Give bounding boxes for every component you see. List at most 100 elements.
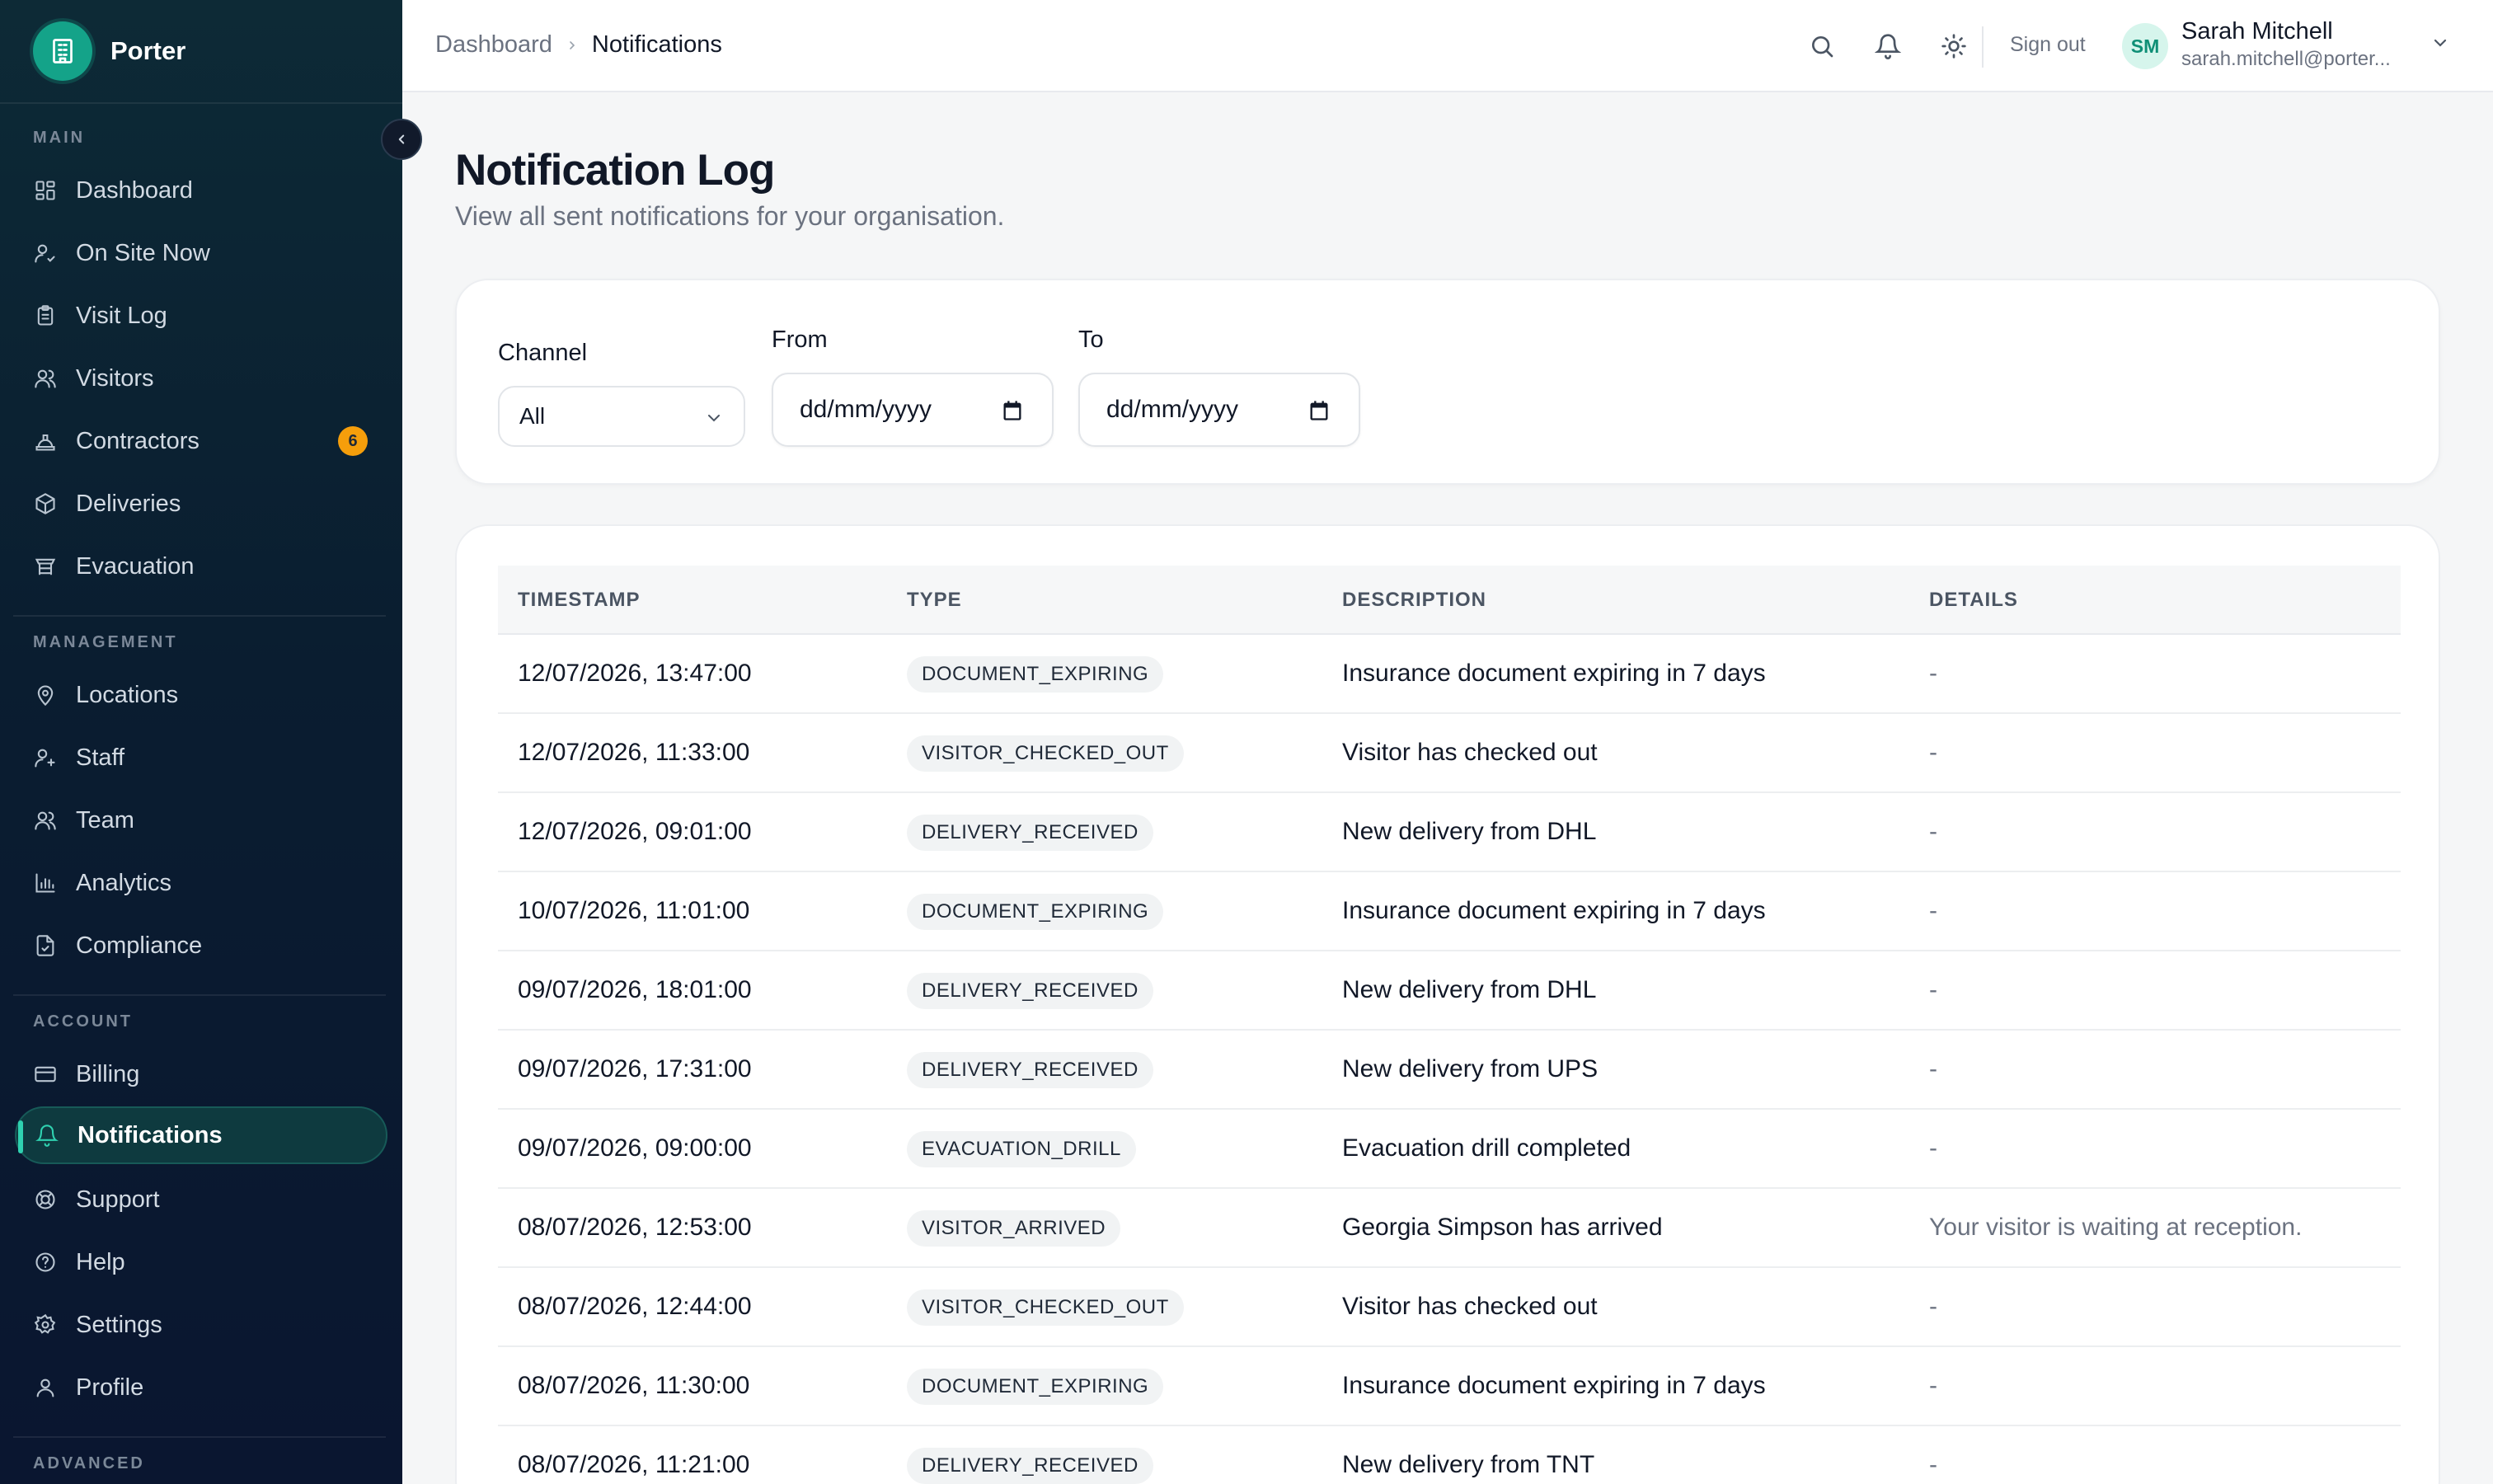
row-timestamp: 08/07/2026, 11:21:00 xyxy=(518,1451,750,1478)
row-details: Your visitor is waiting at reception. xyxy=(1929,1214,2303,1241)
channel-select-value: All xyxy=(519,403,546,429)
sidebar-item-settings[interactable]: Settings xyxy=(15,1296,387,1354)
row-description: Insurance document expiring in 7 days xyxy=(1342,1372,1766,1399)
collapse-sidebar-button[interactable] xyxy=(381,119,422,160)
file-check-icon xyxy=(33,933,58,958)
user-name[interactable]: Sarah Mitchell xyxy=(2181,18,2333,45)
contractors-count-badge: 6 xyxy=(338,426,368,456)
type-badge: VISITOR_CHECKED_OUT xyxy=(907,1289,1184,1326)
row-description: Insurance document expiring in 7 days xyxy=(1342,897,1766,924)
sidebar-item-evacuation[interactable]: Evacuation xyxy=(15,538,387,595)
sidebar-item-analytics[interactable]: Analytics xyxy=(15,854,387,912)
table-row[interactable]: 12/07/2026, 11:33:00 VISITOR_CHECKED_OUT… xyxy=(498,714,2401,793)
table-row[interactable]: 08/07/2026, 12:53:00 VISITOR_ARRIVED Geo… xyxy=(498,1189,2401,1268)
table-row[interactable]: 09/07/2026, 18:01:00 DELIVERY_RECEIVED N… xyxy=(498,951,2401,1031)
chevron-left-icon xyxy=(394,132,409,147)
column-header-timestamp[interactable]: TIMESTAMP xyxy=(518,589,641,612)
column-header-type[interactable]: TYPE xyxy=(907,589,962,612)
sidebar-item-visit-log[interactable]: Visit Log xyxy=(15,287,387,345)
sidebar-item-profile[interactable]: Profile xyxy=(15,1359,387,1416)
row-timestamp: 10/07/2026, 11:01:00 xyxy=(518,897,750,924)
section-divider xyxy=(13,615,386,617)
row-details: - xyxy=(1929,897,1937,924)
table-row[interactable]: 08/07/2026, 11:30:00 DOCUMENT_EXPIRING I… xyxy=(498,1347,2401,1426)
table-row[interactable]: 09/07/2026, 17:31:00 DELIVERY_RECEIVED N… xyxy=(498,1031,2401,1110)
page-title: Notification Log xyxy=(455,146,775,195)
row-description: Georgia Simpson has arrived xyxy=(1342,1214,1663,1241)
channel-select[interactable]: All xyxy=(498,386,745,447)
table-row[interactable]: 09/07/2026, 09:00:00 EVACUATION_DRILL Ev… xyxy=(498,1110,2401,1189)
to-date-input[interactable]: dd/mm/yyyy xyxy=(1078,373,1360,447)
calendar-icon[interactable] xyxy=(1308,399,1331,429)
row-description: New delivery from DHL xyxy=(1342,818,1597,845)
sidebar-item-label: Dashboard xyxy=(76,176,193,204)
row-description: Visitor has checked out xyxy=(1342,1293,1598,1320)
sidebar-item-compliance[interactable]: Compliance xyxy=(15,917,387,974)
from-date-input[interactable]: dd/mm/yyyy xyxy=(772,373,1054,447)
theme-toggle-button[interactable] xyxy=(1937,30,1970,63)
table-row[interactable]: 08/07/2026, 11:21:00 DELIVERY_RECEIVED N… xyxy=(498,1426,2401,1484)
breadcrumb-dashboard-link[interactable]: Dashboard xyxy=(435,31,552,59)
page-subtitle: View all sent notifications for your org… xyxy=(455,201,1005,231)
row-details: - xyxy=(1929,1055,1937,1082)
sidebar-item-label: On Site Now xyxy=(76,239,210,266)
row-description: Visitor has checked out xyxy=(1342,739,1598,766)
chevron-down-icon[interactable] xyxy=(2430,33,2450,57)
users-icon xyxy=(33,366,58,391)
sidebar: Porter MAIN Dashboard On Site Now Visit … xyxy=(0,0,402,1484)
sidebar-item-visitors[interactable]: Visitors xyxy=(15,350,387,407)
sidebar-item-notifications[interactable]: Notifications xyxy=(15,1106,387,1164)
section-title-account: ACCOUNT xyxy=(33,1012,133,1031)
row-details: - xyxy=(1929,818,1937,845)
sidebar-item-billing[interactable]: Billing xyxy=(15,1045,387,1103)
sidebar-item-on-site-now[interactable]: On Site Now xyxy=(15,224,387,282)
type-badge: DELIVERY_RECEIVED xyxy=(907,1448,1153,1484)
calendar-icon[interactable] xyxy=(1001,399,1024,429)
sidebar-item-team[interactable]: Team xyxy=(15,791,387,849)
sidebar-item-contractors[interactable]: Contractors 6 xyxy=(15,412,387,470)
brand[interactable]: Porter xyxy=(0,0,402,104)
notifications-button[interactable] xyxy=(1871,30,1904,63)
sidebar-item-dashboard[interactable]: Dashboard xyxy=(15,162,387,219)
table-row[interactable]: 12/07/2026, 09:01:00 DELIVERY_RECEIVED N… xyxy=(498,793,2401,872)
sun-icon xyxy=(1941,33,1967,59)
row-details: - xyxy=(1929,1293,1937,1320)
type-badge: DOCUMENT_EXPIRING xyxy=(907,656,1164,693)
bell-icon xyxy=(35,1123,59,1148)
table-row[interactable]: 10/07/2026, 11:01:00 DOCUMENT_EXPIRING I… xyxy=(498,872,2401,951)
search-button[interactable] xyxy=(1805,30,1838,63)
avatar[interactable]: SM xyxy=(2122,23,2168,69)
row-details: - xyxy=(1929,1372,1937,1399)
table-row[interactable]: 12/07/2026, 13:47:00 DOCUMENT_EXPIRING I… xyxy=(498,635,2401,714)
row-timestamp: 08/07/2026, 11:30:00 xyxy=(518,1372,750,1399)
app-name: Porter xyxy=(110,36,186,65)
user-plus-icon xyxy=(33,745,58,770)
search-icon xyxy=(1809,33,1835,59)
type-badge: VISITOR_ARRIVED xyxy=(907,1210,1121,1247)
type-badge: EVACUATION_DRILL xyxy=(907,1131,1136,1167)
type-badge: VISITOR_CHECKED_OUT xyxy=(907,735,1184,772)
sidebar-item-label: Evacuation xyxy=(76,552,195,580)
row-details: - xyxy=(1929,1451,1937,1478)
row-timestamp: 09/07/2026, 18:01:00 xyxy=(518,976,752,1003)
sidebar-item-label: Support xyxy=(76,1186,160,1213)
sidebar-item-locations[interactable]: Locations xyxy=(15,666,387,724)
row-timestamp: 09/07/2026, 17:31:00 xyxy=(518,1055,752,1082)
row-timestamp: 08/07/2026, 12:53:00 xyxy=(518,1214,752,1241)
from-label: From xyxy=(772,326,828,353)
sidebar-item-label: Compliance xyxy=(76,932,203,959)
sidebar-item-staff[interactable]: Staff xyxy=(15,729,387,787)
row-description: New delivery from DHL xyxy=(1342,976,1597,1003)
table-row[interactable]: 08/07/2026, 12:44:00 VISITOR_CHECKED_OUT… xyxy=(498,1268,2401,1347)
map-pin-icon xyxy=(33,683,58,707)
sidebar-item-label: Contractors xyxy=(76,427,200,454)
sidebar-item-help[interactable]: Help xyxy=(15,1233,387,1291)
sidebar-item-label: Locations xyxy=(76,681,179,708)
sidebar-item-label: Staff xyxy=(76,744,125,771)
column-header-details[interactable]: DETAILS xyxy=(1929,589,2018,612)
sidebar-item-support[interactable]: Support xyxy=(15,1171,387,1228)
row-description: Insurance document expiring in 7 days xyxy=(1342,660,1766,687)
sign-out-link[interactable]: Sign out xyxy=(2010,33,2086,57)
sidebar-item-deliveries[interactable]: Deliveries xyxy=(15,475,387,533)
column-header-description[interactable]: DESCRIPTION xyxy=(1342,589,1486,612)
